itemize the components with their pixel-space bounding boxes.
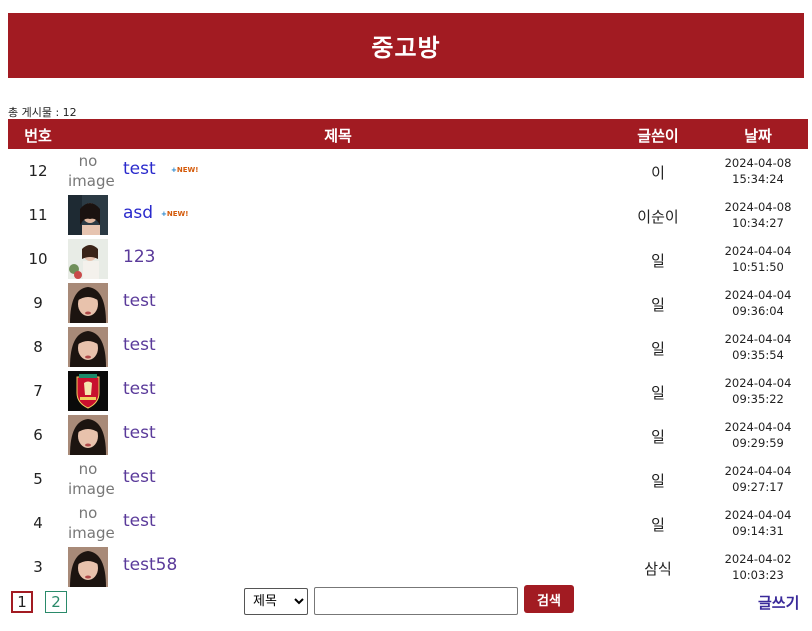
table-row: 5 no image test 일 2024-04-04 09:27:17 (8, 457, 808, 501)
post-writer: 이 (651, 164, 665, 182)
post-writer: 일 (651, 384, 665, 402)
post-writer: 삼식 (644, 560, 672, 578)
post-title-link[interactable]: test (123, 511, 156, 531)
search-field-select[interactable]: 제목 (244, 588, 308, 615)
header-date: 날짜 (744, 127, 772, 145)
post-date: 2024-04-04 09:29:59 (724, 420, 792, 450)
post-writer: 일 (651, 252, 665, 270)
post-writer: 일 (651, 340, 665, 358)
row-number: 7 (33, 382, 43, 400)
header-title: 제목 (324, 127, 352, 145)
page-link-1[interactable]: 1 (11, 591, 33, 613)
search-input[interactable] (314, 587, 518, 615)
post-title-link[interactable]: test (123, 291, 156, 311)
table-header: 번호 제목 글쓴이 날짜 (8, 119, 808, 149)
table-row: 3 test58 삼식 2024-04-02 10:03:23 (8, 545, 808, 589)
post-title-link[interactable]: test (123, 335, 156, 355)
thumbnail-image[interactable] (68, 283, 108, 323)
table-row: 12 no image test +NEW! 이 2024-04-08 15:34:… (8, 149, 808, 193)
post-title-link[interactable]: test (123, 423, 156, 443)
post-date: 2024-04-02 10:03:23 (724, 552, 792, 582)
post-date: 2024-04-04 09:35:54 (724, 332, 792, 362)
row-number: 4 (33, 514, 43, 532)
post-date: 2024-04-04 09:35:22 (724, 376, 792, 406)
thumbnail-image[interactable] (68, 547, 108, 587)
post-title-link[interactable]: test (123, 467, 156, 487)
post-date: 2024-04-04 09:27:17 (724, 464, 792, 494)
post-title-link[interactable]: test (123, 159, 156, 179)
thumbnail-image[interactable] (68, 371, 108, 411)
new-badge: +NEW! (161, 210, 189, 218)
post-writer: 일 (651, 428, 665, 446)
table-row: 4 no image test 일 2024-04-04 09:14:31 (8, 501, 808, 545)
post-date: 2024-04-04 09:36:04 (724, 288, 792, 318)
post-writer: 일 (651, 296, 665, 314)
table-row: 10 123 일 2024-04-04 10:51:50 (8, 237, 808, 281)
post-title-link[interactable]: test (123, 379, 156, 399)
post-date: 2024-04-08 15:34:24 (724, 156, 792, 186)
post-writer: 일 (651, 516, 665, 534)
row-number: 11 (28, 206, 48, 224)
row-number: 5 (33, 470, 43, 488)
row-number: 9 (33, 294, 43, 312)
row-number: 8 (33, 338, 43, 356)
search-button[interactable]: 검색 (524, 585, 574, 613)
header-num: 번호 (24, 127, 52, 145)
post-date: 2024-04-08 10:34:27 (724, 200, 792, 230)
no-image-placeholder: no image (68, 460, 115, 498)
row-number: 12 (28, 162, 48, 180)
row-number: 3 (33, 558, 43, 576)
page-link-2[interactable]: 2 (45, 591, 67, 613)
thumbnail-image[interactable] (68, 195, 108, 235)
thumbnail-image[interactable] (68, 239, 108, 279)
page-title: 중고방 (8, 13, 804, 78)
no-image-placeholder: no image (68, 504, 115, 542)
table-row: 9 test 일 2024-04-04 09:36:04 (8, 281, 808, 325)
total-count: 총 게시물 : 12 (8, 106, 77, 119)
table-row: 6 test 일 2024-04-04 09:29:59 (8, 413, 808, 457)
post-writer: 이순이 (637, 208, 679, 226)
row-number: 10 (28, 250, 48, 268)
table-row: 11 asd +NEW! 이순이 2024-04-08 10:34:27 (8, 193, 808, 237)
header-writer: 글쓴이 (637, 127, 679, 145)
thumbnail-image[interactable] (68, 327, 108, 367)
post-title-link[interactable]: 123 (123, 247, 155, 267)
post-title-link[interactable]: test58 (123, 555, 177, 575)
row-number: 6 (33, 426, 43, 444)
post-title-link[interactable]: asd (123, 203, 153, 223)
post-date: 2024-04-04 10:51:50 (724, 244, 792, 274)
write-button[interactable]: 글쓰기 (758, 592, 799, 613)
thumbnail-image[interactable] (68, 415, 108, 455)
table-row: 7 test 일 2024-04-04 09:35:22 (8, 369, 808, 413)
table-row: 8 test 일 2024-04-04 09:35:54 (8, 325, 808, 369)
new-badge: +NEW! (171, 166, 199, 174)
post-list: 12 no image test +NEW! 이 2024-04-08 15:34:… (8, 149, 808, 589)
no-image-placeholder: no image (68, 152, 115, 190)
post-writer: 일 (651, 472, 665, 490)
post-date: 2024-04-04 09:14:31 (724, 508, 792, 538)
